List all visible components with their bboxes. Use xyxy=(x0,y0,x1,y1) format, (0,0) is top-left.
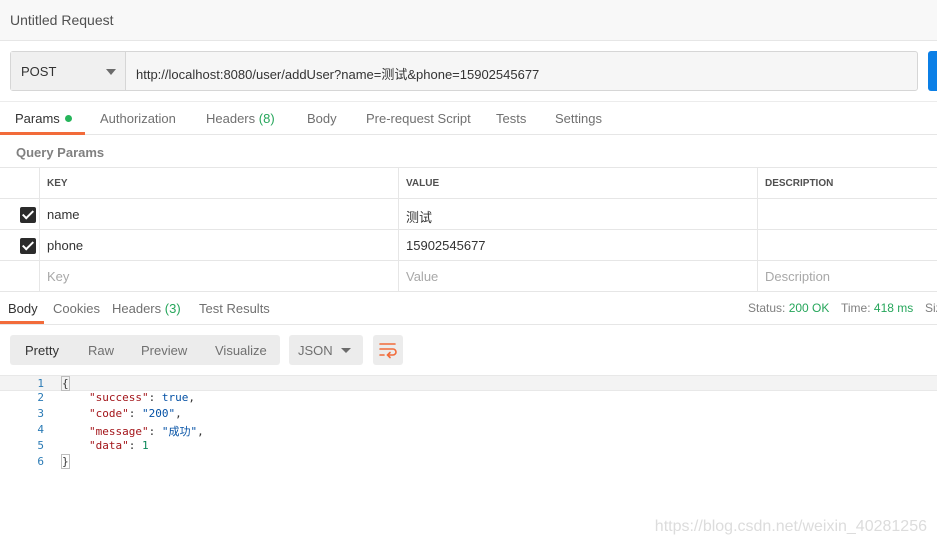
response-tab-body[interactable]: Body xyxy=(8,301,38,316)
send-button[interactable] xyxy=(928,51,937,91)
wrap-lines-button[interactable] xyxy=(373,335,403,365)
url-input[interactable]: http://localhost:8080/user/addUser?name=… xyxy=(136,64,539,83)
status-label: Status: xyxy=(748,301,786,315)
response-tab-test-results[interactable]: Test Results xyxy=(199,301,270,316)
title-bar: Untitled Request xyxy=(0,0,937,41)
description-column-header: DESCRIPTION xyxy=(757,168,937,198)
chevron-down-icon xyxy=(106,69,116,75)
line-number: 3 xyxy=(37,407,44,420)
new-description-input[interactable]: Description xyxy=(757,261,937,291)
size-label: Siz xyxy=(925,301,937,315)
param-description-cell[interactable] xyxy=(757,199,937,229)
headers-count: (8) xyxy=(258,111,275,126)
row-checkbox[interactable] xyxy=(20,207,36,223)
response-tab-cookies[interactable]: Cookies xyxy=(53,301,100,316)
response-tabs: Body Cookies Headers (3) Test Results St… xyxy=(0,292,937,325)
pretty-button[interactable]: Pretty xyxy=(25,343,59,358)
row-checkbox[interactable] xyxy=(20,238,36,254)
tab-headers[interactable]: Headers (8) xyxy=(206,111,275,126)
open-brace: { xyxy=(61,376,70,391)
response-headers-count: (3) xyxy=(164,301,181,316)
query-params-title: Query Params xyxy=(16,145,105,160)
url-bar: POST http://localhost:8080/user/addUser?… xyxy=(10,51,918,91)
new-key-input[interactable]: Key xyxy=(39,261,399,291)
tab-params-label: Params xyxy=(15,111,60,126)
new-param-row: Key Value Description xyxy=(0,261,937,292)
request-tabs: Params Authorization Headers (8) Body Pr… xyxy=(0,101,937,135)
line-number: 2 xyxy=(37,391,44,404)
active-dot-icon xyxy=(64,115,72,122)
tab-pre-request-script[interactable]: Pre-request Script xyxy=(366,111,471,126)
line-number: 4 xyxy=(37,423,44,436)
request-title[interactable]: Untitled Request xyxy=(10,12,114,28)
json-field: "data": 1 xyxy=(89,439,149,452)
line-number: 6 xyxy=(37,455,44,468)
visualize-button[interactable]: Visualize xyxy=(215,343,267,358)
param-key-cell[interactable]: phone xyxy=(39,230,399,260)
response-tab-headers[interactable]: Headers (3) xyxy=(112,301,181,316)
format-dropdown[interactable]: JSON xyxy=(289,335,363,365)
code-line: 5 "data": 1 xyxy=(0,439,937,455)
json-field: "success": true, xyxy=(89,391,195,404)
method-dropdown[interactable]: POST xyxy=(11,52,126,90)
watermark: https://blog.csdn.net/weixin_40281256 xyxy=(654,518,927,535)
tab-headers-label: Headers xyxy=(206,111,256,126)
tab-tests[interactable]: Tests xyxy=(496,111,526,126)
param-value-cell[interactable]: 15902545677 xyxy=(398,230,758,260)
method-label: POST xyxy=(21,64,57,79)
status-value: 200 OK xyxy=(788,301,830,315)
code-line: 4 "message": "成功", xyxy=(0,423,937,439)
time-value: 418 ms xyxy=(873,301,914,315)
table-row: name 测试 xyxy=(0,199,937,230)
param-key-cell[interactable]: name xyxy=(39,199,399,229)
table-row: phone 15902545677 xyxy=(0,230,937,261)
code-line: 2 "success": true, xyxy=(0,391,937,407)
view-mode-toolbar: Pretty Raw Preview Visualize xyxy=(10,335,280,365)
tab-params[interactable]: Params xyxy=(15,111,72,126)
raw-button[interactable]: Raw xyxy=(88,343,114,358)
json-field: "message": "成功", xyxy=(89,425,204,438)
params-table: KEY VALUE DESCRIPTION name 测试 phone 1590… xyxy=(0,167,937,292)
close-brace: } xyxy=(61,454,70,469)
table-header: KEY VALUE DESCRIPTION xyxy=(0,168,937,199)
code-line: 1 { xyxy=(0,375,937,391)
value-column-header: VALUE xyxy=(398,168,758,198)
active-response-tab-indicator xyxy=(0,321,44,324)
tab-settings[interactable]: Settings xyxy=(555,111,602,126)
chevron-down-icon xyxy=(341,348,351,353)
line-number: 5 xyxy=(37,439,44,452)
time-label: Time: xyxy=(841,301,871,315)
tab-authorization[interactable]: Authorization xyxy=(100,111,176,126)
format-label: JSON xyxy=(298,343,333,358)
key-column-header: KEY xyxy=(39,168,399,198)
status-indicator: Status: 200 OK xyxy=(748,301,829,315)
new-value-input[interactable]: Value xyxy=(398,261,758,291)
code-line: 3 "code": "200", xyxy=(0,407,937,423)
time-indicator: Time: 418 ms xyxy=(841,301,913,315)
param-value-cell[interactable]: 测试 xyxy=(398,199,758,229)
line-number: 1 xyxy=(37,377,44,390)
active-tab-indicator xyxy=(0,132,85,135)
code-line: 6 } xyxy=(0,454,937,471)
param-description-cell[interactable] xyxy=(757,230,937,260)
wrap-lines-icon xyxy=(379,343,397,359)
preview-button[interactable]: Preview xyxy=(141,343,187,358)
tab-body[interactable]: Body xyxy=(307,111,337,126)
json-field: "code": "200", xyxy=(89,407,182,420)
response-tab-headers-label: Headers xyxy=(112,301,162,316)
